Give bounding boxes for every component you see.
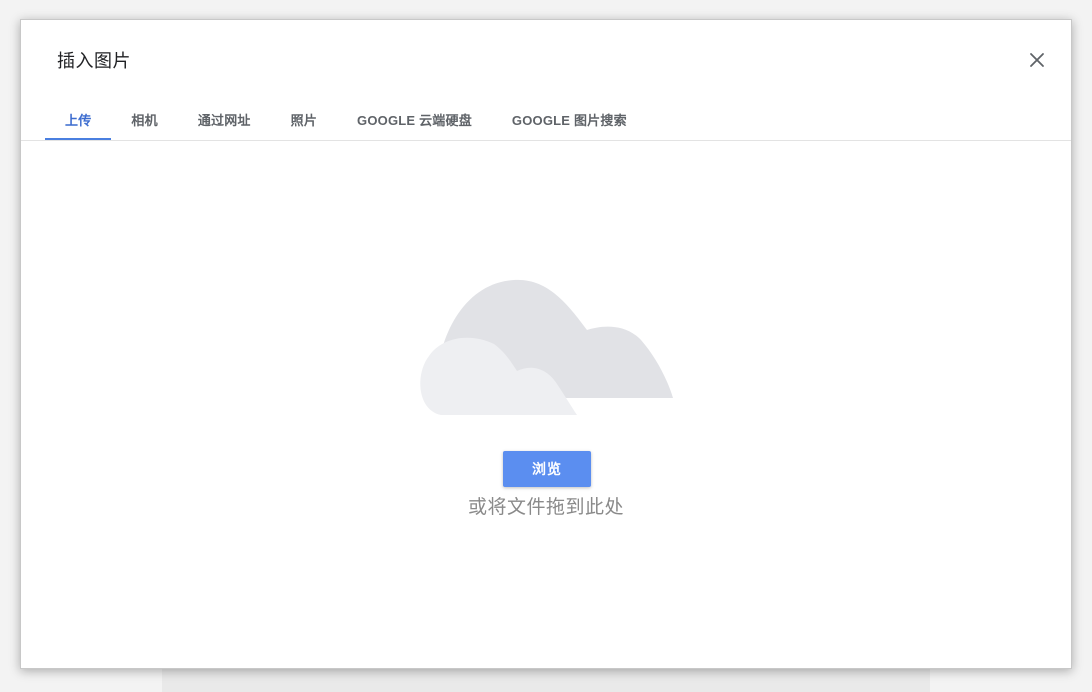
cloud-icon xyxy=(420,279,673,415)
close-icon xyxy=(1030,53,1044,67)
tab-camera[interactable]: 相机 xyxy=(111,108,177,140)
tabs-divider xyxy=(21,140,1071,141)
drop-hint-text: 或将文件拖到此处 xyxy=(467,497,624,518)
close-button[interactable] xyxy=(1021,44,1053,76)
background-page-edge xyxy=(162,668,930,692)
tab-google-drive[interactable]: GOOGLE 云端硬盘 xyxy=(337,108,492,140)
tab-upload[interactable]: 上传 xyxy=(45,108,112,140)
browse-button[interactable]: 浏览 xyxy=(503,451,591,487)
tab-bar: 上传 相机 通过网址 照片 GOOGLE 云端硬盘 GOOGLE 图片搜索 xyxy=(45,108,647,140)
insert-image-dialog: 插入图片 上传 相机 通过网址 照片 GOOGLE 云端硬盘 GOOGLE 图片… xyxy=(20,19,1072,669)
tab-google-image-search[interactable]: GOOGLE 图片搜索 xyxy=(492,108,647,140)
tab-by-url[interactable]: 通过网址 xyxy=(178,108,271,140)
tab-photos[interactable]: 照片 xyxy=(271,108,337,140)
dialog-title: 插入图片 xyxy=(57,51,131,71)
